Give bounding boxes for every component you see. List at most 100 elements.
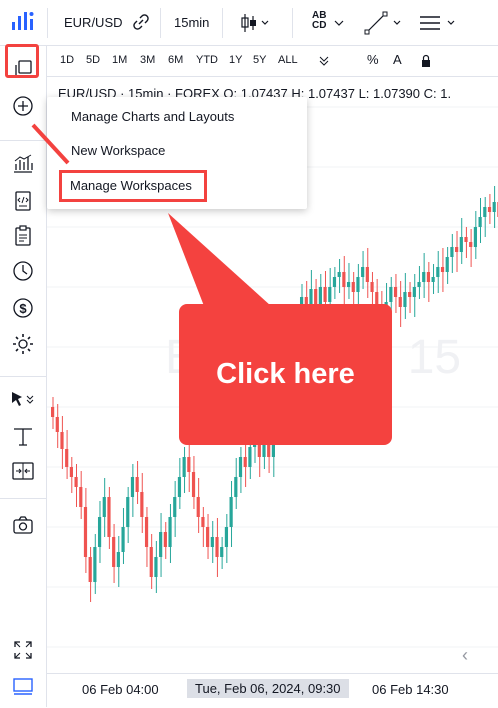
clock-icon[interactable] xyxy=(11,259,35,283)
candle-body xyxy=(389,287,393,302)
range-3m[interactable]: 3M xyxy=(140,54,155,66)
candle-body xyxy=(478,217,482,227)
range-5y[interactable]: 5Y xyxy=(253,54,266,66)
line-tool-icon[interactable] xyxy=(364,11,404,35)
candle-body xyxy=(440,267,445,272)
monitor-icon[interactable] xyxy=(11,674,35,698)
range-5d[interactable]: 5D xyxy=(86,54,100,66)
candle-body xyxy=(426,272,431,282)
plus-button-highlight xyxy=(5,44,39,78)
candle-body xyxy=(361,267,365,277)
candle-body xyxy=(191,472,196,497)
candle-body xyxy=(112,537,116,567)
candle-body xyxy=(450,247,454,257)
candle-body xyxy=(393,287,398,297)
candle-type-icon[interactable] xyxy=(240,11,272,35)
candle-body xyxy=(417,282,421,287)
menu-item-new-workspace[interactable]: New Workspace xyxy=(71,143,165,158)
candle-body xyxy=(55,417,59,432)
range-all[interactable]: ALL xyxy=(278,54,298,66)
candle-body xyxy=(422,272,426,282)
time-axis[interactable]: 06 Feb 04:00 Tue, Feb 06, 2024, 09:30 06… xyxy=(47,673,498,708)
chevron-left-icon[interactable]: ‹ xyxy=(462,645,468,666)
range-1d[interactable]: 1D xyxy=(60,54,74,66)
candle-body xyxy=(196,497,200,517)
candle-body xyxy=(126,497,130,527)
chevron-down-icon[interactable] xyxy=(317,53,331,69)
menu-item-manage-charts-layouts[interactable]: Manage Charts and Layouts xyxy=(71,109,234,124)
plus-circle-icon[interactable] xyxy=(11,94,35,118)
auto-scale-button[interactable]: A xyxy=(393,52,402,67)
candle-body xyxy=(116,552,120,567)
app-logo-icon[interactable] xyxy=(10,10,36,34)
range-1m[interactable]: 1M xyxy=(112,54,127,66)
candle-body xyxy=(187,457,191,472)
candle-body xyxy=(93,547,97,582)
candle-body xyxy=(177,477,182,497)
interval-selector[interactable]: 15min xyxy=(174,15,209,30)
candle-body xyxy=(487,207,492,212)
candle-body xyxy=(224,527,229,547)
candle-body xyxy=(323,287,327,302)
dollar-icon[interactable]: $ xyxy=(11,296,35,320)
svg-text:$: $ xyxy=(19,301,27,316)
time-label: 06 Feb 14:30 xyxy=(372,682,449,697)
time-label: 06 Feb 04:00 xyxy=(82,682,159,697)
candle-body xyxy=(328,287,332,302)
gear-icon[interactable] xyxy=(11,332,35,356)
candle-body xyxy=(412,287,416,297)
percent-scale-button[interactable]: % xyxy=(367,52,379,67)
candle-body xyxy=(469,242,473,247)
chevron-down-icon[interactable] xyxy=(332,11,346,35)
candle-body xyxy=(238,457,243,477)
cursor-icon[interactable] xyxy=(8,388,38,412)
link-icon[interactable] xyxy=(132,13,150,31)
candle-body xyxy=(243,457,247,467)
candle-body xyxy=(149,547,153,577)
candle-body xyxy=(144,517,149,547)
candle-body xyxy=(445,257,449,272)
camera-icon[interactable] xyxy=(11,513,35,537)
clipboard-icon[interactable] xyxy=(11,224,35,248)
bar-chart-icon[interactable] xyxy=(11,152,35,176)
menu-icon[interactable] xyxy=(418,11,470,35)
compare-icon[interactable] xyxy=(11,459,35,483)
range-6m[interactable]: 6M xyxy=(168,54,183,66)
indicators-icon[interactable]: AB CD xyxy=(312,11,326,31)
candle-body xyxy=(121,527,125,552)
candle-body xyxy=(342,272,346,287)
crosshair-time-label: Tue, Feb 06, 2024, 09:30 xyxy=(187,679,349,698)
candle-body xyxy=(332,277,337,287)
candle-body xyxy=(201,517,205,527)
lock-icon[interactable] xyxy=(420,53,432,69)
candle-body xyxy=(79,487,83,507)
symbol-selector[interactable]: EUR/USD xyxy=(64,15,123,30)
fullscreen-icon[interactable] xyxy=(11,638,35,662)
candle-body xyxy=(408,292,412,297)
candle-body xyxy=(163,532,167,547)
top-toolbar: EUR/USD 15min AB CD xyxy=(0,0,498,46)
candle-body xyxy=(234,477,238,497)
candle-body xyxy=(229,497,233,527)
range-1y[interactable]: 1Y xyxy=(229,54,242,66)
range-ytd[interactable]: YTD xyxy=(196,54,218,66)
candle-body xyxy=(60,432,64,449)
candle-body xyxy=(436,267,440,277)
crosshair-icon[interactable] xyxy=(11,423,35,447)
candle-body xyxy=(215,537,219,557)
script-icon[interactable] xyxy=(11,189,35,213)
candle-body xyxy=(351,282,355,292)
candle-body xyxy=(159,532,163,557)
candle-body xyxy=(337,272,341,277)
candle-body xyxy=(135,477,139,492)
candle-body xyxy=(473,227,478,247)
candle-body xyxy=(173,497,177,517)
candle-body xyxy=(492,202,496,212)
callout-text: Click here xyxy=(216,358,355,390)
candle-body xyxy=(107,497,111,537)
candle-body xyxy=(168,517,172,547)
candle-body xyxy=(102,497,106,517)
candle-body xyxy=(459,237,463,252)
callout-box: Click here xyxy=(179,304,392,445)
left-toolbar: $ xyxy=(0,46,47,707)
